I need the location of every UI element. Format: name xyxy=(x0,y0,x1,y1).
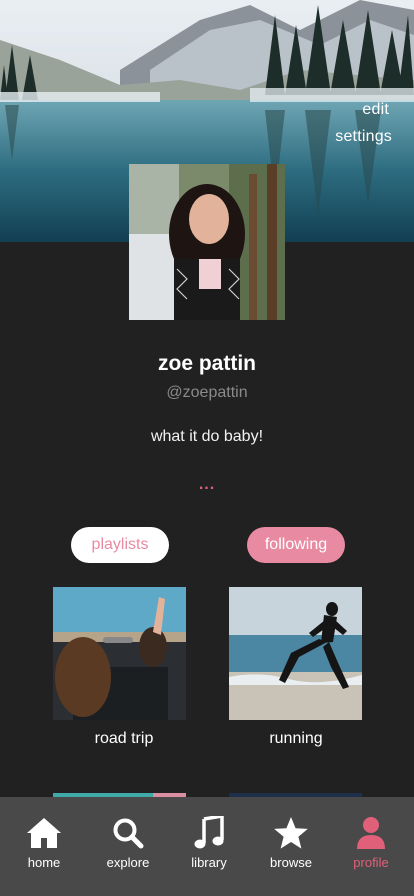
playlist-title: road trip xyxy=(94,730,154,747)
tab-home[interactable]: home xyxy=(4,797,84,896)
more-button[interactable]: ... xyxy=(0,476,414,494)
tab-browse[interactable]: browse xyxy=(251,797,331,896)
tab-explore[interactable]: explore xyxy=(88,797,168,896)
tab-library[interactable]: library xyxy=(169,797,249,896)
tab-profile[interactable]: profile xyxy=(331,797,411,896)
avatar xyxy=(129,164,285,320)
tab-label: browse xyxy=(270,855,312,870)
music-note-icon xyxy=(190,815,228,851)
playlist-cover-road-trip[interactable] xyxy=(53,587,186,720)
tab-label: profile xyxy=(353,855,389,870)
profile-name: zoe pattin xyxy=(158,352,256,375)
star-icon xyxy=(272,815,310,851)
tab-label: library xyxy=(191,855,227,870)
edit-link[interactable]: edit xyxy=(362,101,389,119)
profile-handle: @zoepattin xyxy=(166,384,248,401)
home-icon xyxy=(25,815,63,851)
tab-bar: home explore library browse profile xyxy=(0,797,414,896)
settings-link[interactable]: settings xyxy=(335,128,392,146)
playlist-cover-running[interactable] xyxy=(229,587,362,720)
following-toggle-button[interactable]: following xyxy=(247,527,345,563)
search-icon xyxy=(109,815,147,851)
person-icon xyxy=(352,815,390,851)
tab-label: home xyxy=(27,855,61,870)
playlists-toggle-button[interactable]: playlists xyxy=(71,527,169,563)
playlist-title: running xyxy=(269,730,323,747)
tab-label: explore xyxy=(106,855,150,870)
profile-bio: what it do baby! xyxy=(150,428,264,445)
